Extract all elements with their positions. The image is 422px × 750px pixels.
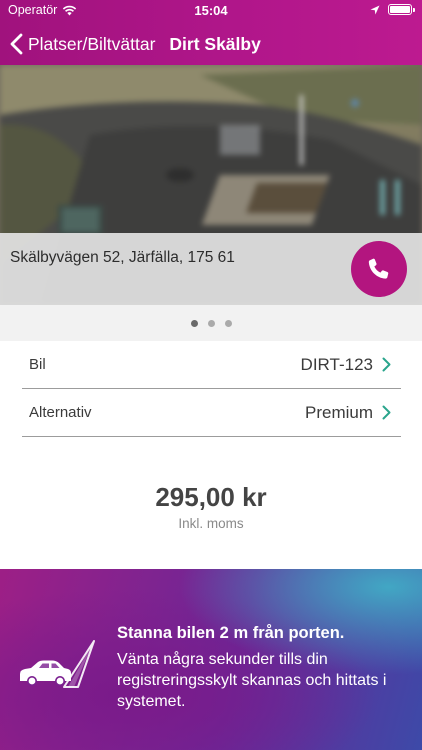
- chevron-right-icon: [382, 405, 391, 420]
- alternative-value: Premium: [304, 402, 373, 422]
- back-button[interactable]: Platser/Biltvättar: [0, 33, 155, 55]
- status-indicators: [370, 4, 415, 15]
- app-header: Operatör 15:04 Platser/Biltvättar Dirt S…: [0, 0, 422, 65]
- location-arrow-icon: [370, 5, 380, 14]
- navigation-bar: Platser/Biltvättar Dirt Skälby: [0, 26, 422, 62]
- alternative-row[interactable]: Alternativ Premium: [22, 389, 401, 437]
- pager-dot[interactable]: [190, 319, 198, 327]
- price-vat-note: Inkl. moms: [178, 516, 244, 531]
- call-button[interactable]: [351, 241, 407, 297]
- pager-dot[interactable]: [224, 319, 232, 327]
- chevron-right-icon: [382, 357, 391, 372]
- instruction-text: Vänta några sekunder tills din registrer…: [117, 651, 387, 710]
- instruction-title: Stanna bilen 2 m från porten.: [117, 624, 345, 642]
- car-scan-icon: [20, 640, 95, 688]
- alternative-label: Alternativ: [29, 404, 92, 421]
- back-button-label: Platser/Biltvättar: [28, 33, 156, 54]
- phone-icon: [368, 258, 389, 279]
- car-row[interactable]: Bil DIRT-123: [22, 341, 401, 389]
- instruction-banner: Stanna bilen 2 m från porten. Vänta någr…: [0, 569, 422, 750]
- pager-dot[interactable]: [207, 319, 215, 327]
- location-address: Skälbyvägen 52, Järfälla, 175 61: [10, 249, 235, 266]
- status-time: 15:04: [194, 3, 228, 18]
- price-amount: 295,00 kr: [155, 482, 267, 512]
- image-pager: [0, 305, 422, 341]
- page-title: Dirt Skälby: [169, 33, 261, 54]
- status-bar: Operatör 15:04: [0, 0, 422, 22]
- car-value: DIRT-123: [300, 354, 373, 374]
- chevron-left-icon: [10, 33, 23, 55]
- car-label: Bil: [29, 356, 46, 373]
- battery-icon: [388, 4, 415, 15]
